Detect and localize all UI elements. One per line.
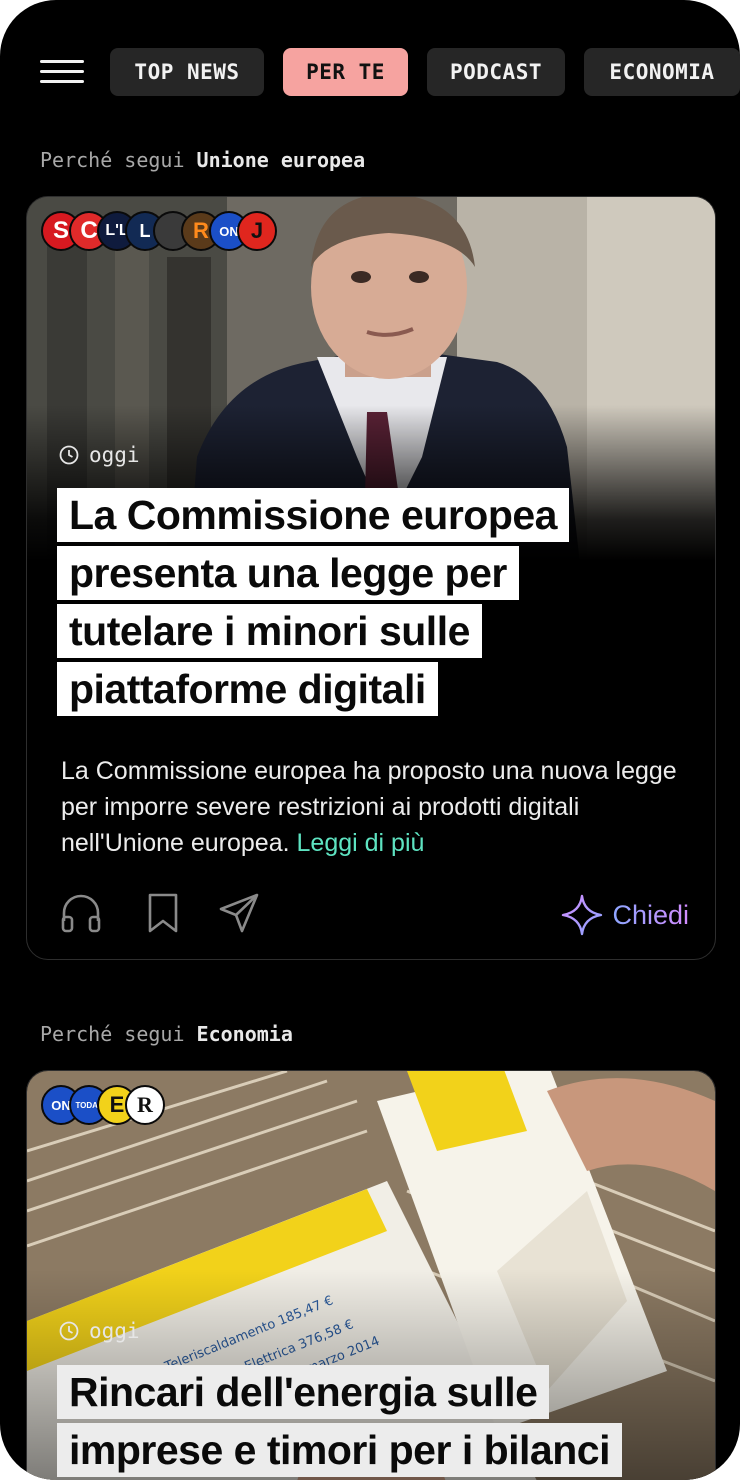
tab-economia[interactable]: ECONOMIA bbox=[584, 48, 740, 96]
ask-button[interactable]: Chiedi bbox=[560, 893, 689, 937]
headline[interactable]: La Commissione europea presenta una legg… bbox=[57, 486, 657, 718]
tab-top-news[interactable]: TOP NEWS bbox=[110, 48, 264, 96]
app-screen: TOP NEWS PER TE PODCAST ECONOMIA Perché … bbox=[0, 0, 740, 1480]
headline-text: La Commissione europea presenta una legg… bbox=[57, 488, 569, 716]
sparkle-icon bbox=[562, 894, 603, 936]
feed-reason: Perché segui Unione europea bbox=[40, 148, 365, 172]
bookmark-icon[interactable] bbox=[141, 891, 185, 935]
reason-prefix: Perché segui bbox=[40, 1022, 185, 1046]
timestamp: oggi bbox=[59, 443, 140, 467]
read-more-link[interactable]: Leggi di più bbox=[297, 829, 425, 857]
time-label: oggi bbox=[89, 1319, 140, 1343]
menu-icon[interactable] bbox=[38, 56, 86, 88]
feed-reason: Perché segui Economia bbox=[40, 1022, 293, 1046]
headphones-icon[interactable] bbox=[59, 891, 103, 935]
source-logo: R bbox=[125, 1085, 165, 1125]
tab-podcast[interactable]: PODCAST bbox=[427, 48, 565, 96]
news-card[interactable]: S C L'L L R ON J oggi La Commissione eur… bbox=[26, 196, 716, 960]
top-nav: TOP NEWS PER TE PODCAST ECONOMIA bbox=[0, 48, 740, 96]
news-card[interactable]: Teleriscaldamento 185,47 € Energia Elett… bbox=[26, 1070, 716, 1480]
tab-per-te[interactable]: PER TE bbox=[283, 48, 408, 96]
headline[interactable]: Rincari dell'energia sulle imprese e tim… bbox=[57, 1363, 677, 1479]
source-logo: J bbox=[237, 211, 277, 251]
summary: La Commissione europea ha proposto una n… bbox=[61, 753, 691, 861]
time-label: oggi bbox=[89, 443, 140, 467]
reason-topic[interactable]: Economia bbox=[197, 1022, 293, 1046]
timestamp: oggi bbox=[59, 1319, 140, 1343]
clock-icon bbox=[59, 445, 79, 465]
headline-text: Rincari dell'energia sulle imprese e tim… bbox=[57, 1365, 622, 1477]
clock-icon bbox=[59, 1321, 79, 1341]
ask-label: Chiedi bbox=[612, 899, 689, 930]
card-actions: Chiedi bbox=[59, 891, 689, 939]
reason-topic[interactable]: Unione europea bbox=[197, 148, 366, 172]
share-icon[interactable] bbox=[217, 891, 261, 935]
reason-prefix: Perché segui bbox=[40, 148, 185, 172]
